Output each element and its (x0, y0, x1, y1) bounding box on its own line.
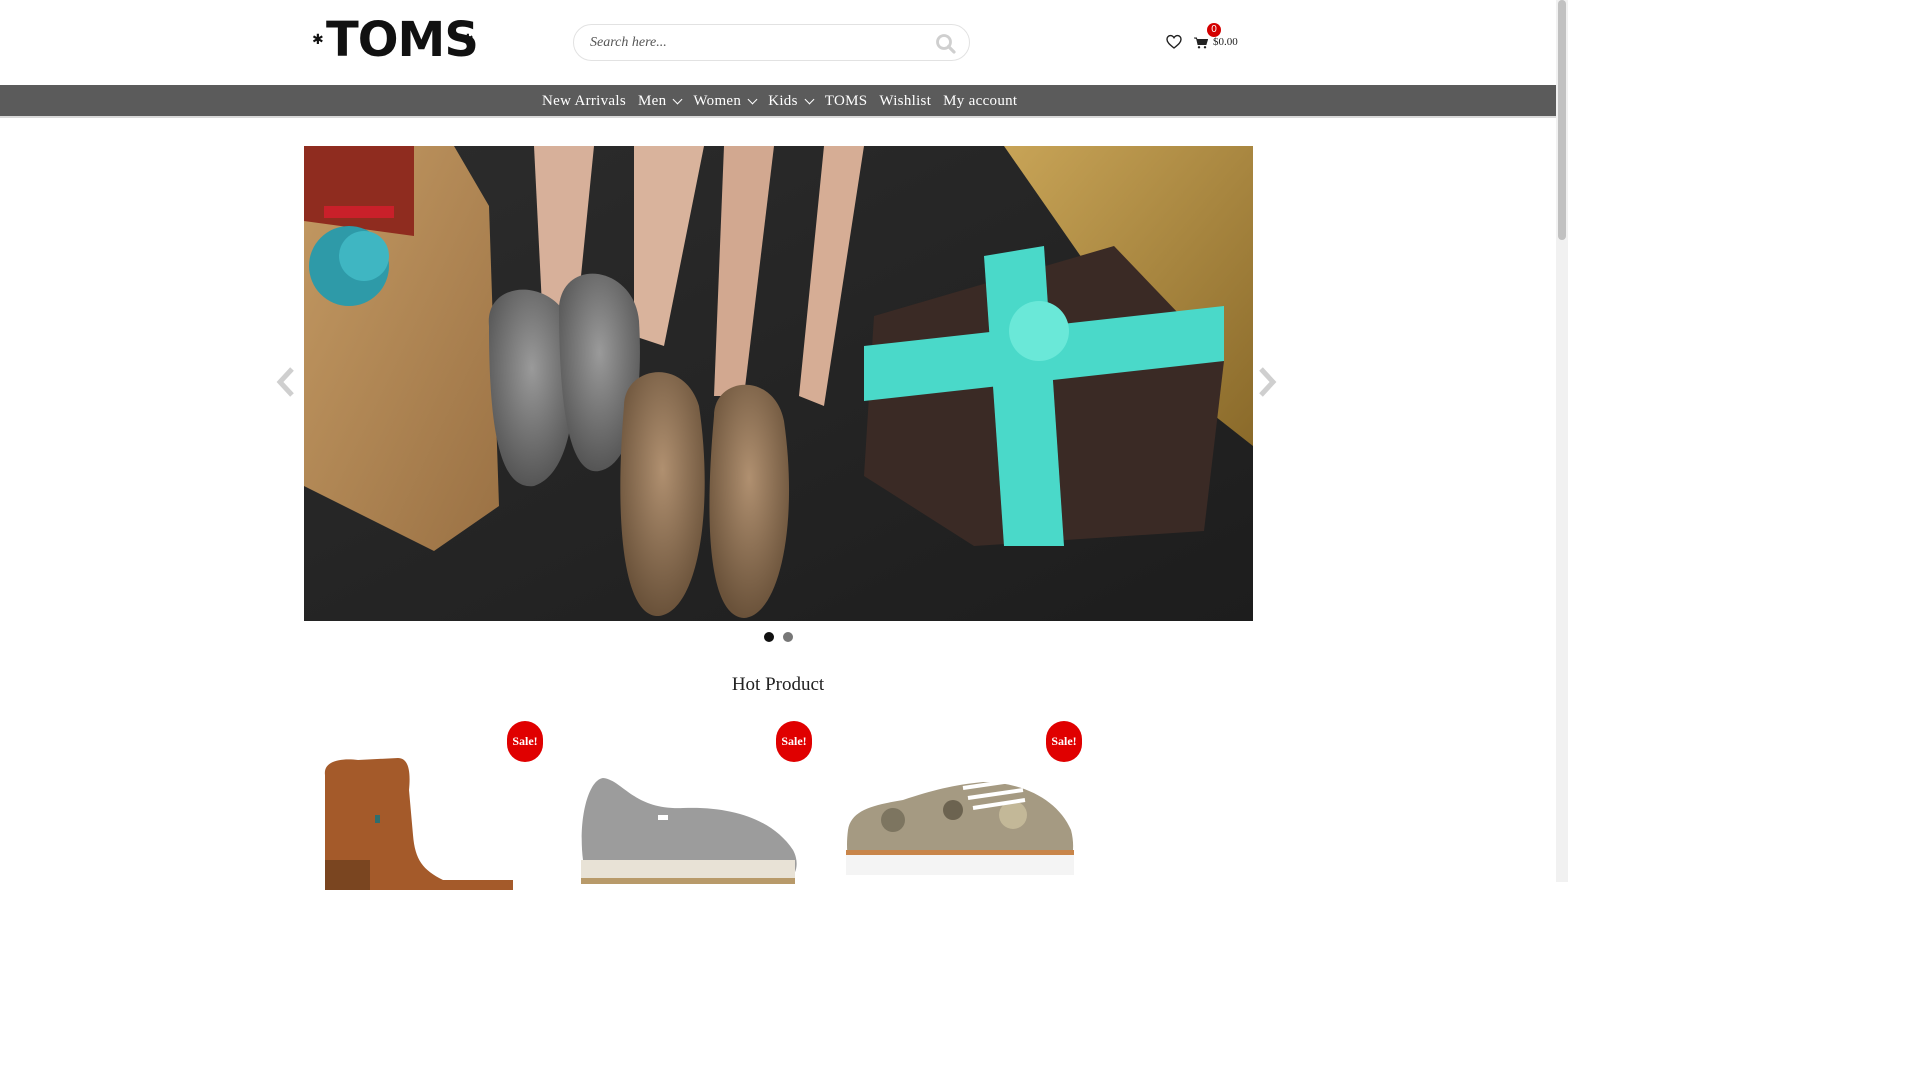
nav-item-toms[interactable]: TOMS (825, 93, 868, 110)
nav-item-label: New Arrivals (542, 93, 626, 109)
nav-item-label: My account (943, 93, 1018, 109)
chevron-down-icon (747, 94, 758, 105)
heart-icon (1166, 34, 1182, 49)
hero-slide[interactable] (304, 146, 1253, 621)
snowflake-icon: ✱ (312, 33, 324, 48)
chevron-left-icon (276, 367, 294, 397)
wishlist-button[interactable] (1166, 34, 1182, 50)
search-bar (573, 24, 970, 61)
site-header: ✱ TOMS ✱ 0 $0.00 (0, 0, 1556, 85)
search-icon (936, 34, 956, 54)
nav-item-label: Wishlist (879, 93, 932, 109)
nav-item-label: TOMS (824, 93, 868, 109)
section-title: Hot Product (731, 674, 825, 695)
cart-icon (1194, 37, 1209, 49)
chevron-right-icon (1259, 367, 1277, 397)
logo-text: TOMS (326, 12, 479, 68)
sale-badge: Sale! (1046, 721, 1082, 762)
sale-badge: Sale! (507, 721, 543, 762)
slider-prev-button[interactable] (276, 366, 296, 398)
toms-logo[interactable]: ✱ TOMS ✱ (312, 12, 479, 68)
main-nav: New Arrivals Men Women Kids TOMS Wishlis… (0, 85, 1556, 118)
nav-items: New Arrivals Men Women Kids TOMS Wishlis… (536, 85, 1023, 118)
sale-badge: Sale! (776, 721, 812, 762)
snowflake-icon: ✱ (462, 33, 474, 48)
chevron-down-icon (804, 94, 815, 105)
nav-item-my-account[interactable]: My account (943, 93, 1017, 110)
nav-item-kids[interactable]: Kids (768, 93, 815, 110)
nav-item-men[interactable]: Men (638, 93, 683, 110)
cart-total[interactable]: $0.00 (1213, 36, 1238, 48)
cart-count-badge: 0 (1207, 23, 1221, 37)
scrollbar-thumb[interactable] (1558, 0, 1566, 240)
nav-item-label: Kids (768, 93, 798, 109)
page-scrollbar[interactable] (1556, 0, 1568, 882)
product-card[interactable]: Sale! (303, 720, 543, 890)
product-card[interactable]: Sale! (573, 720, 813, 890)
nav-item-wishlist[interactable]: Wishlist (879, 93, 931, 110)
product-card[interactable]: Sale! (843, 720, 1083, 890)
chevron-down-icon (672, 94, 683, 105)
slider-dot-2[interactable] (783, 632, 793, 642)
cart-button[interactable] (1194, 36, 1209, 49)
slider-dots (764, 632, 793, 642)
slider-dot-1[interactable] (764, 632, 774, 642)
slider-next-button[interactable] (1257, 366, 1277, 398)
nav-item-new-arrivals[interactable]: New Arrivals (542, 93, 626, 110)
nav-item-label: Men (638, 93, 667, 109)
nav-item-women[interactable]: Women (693, 93, 758, 110)
hero-image (304, 146, 1253, 621)
nav-item-label: Women (693, 93, 742, 109)
search-input[interactable] (590, 33, 920, 53)
search-button[interactable] (935, 33, 957, 55)
